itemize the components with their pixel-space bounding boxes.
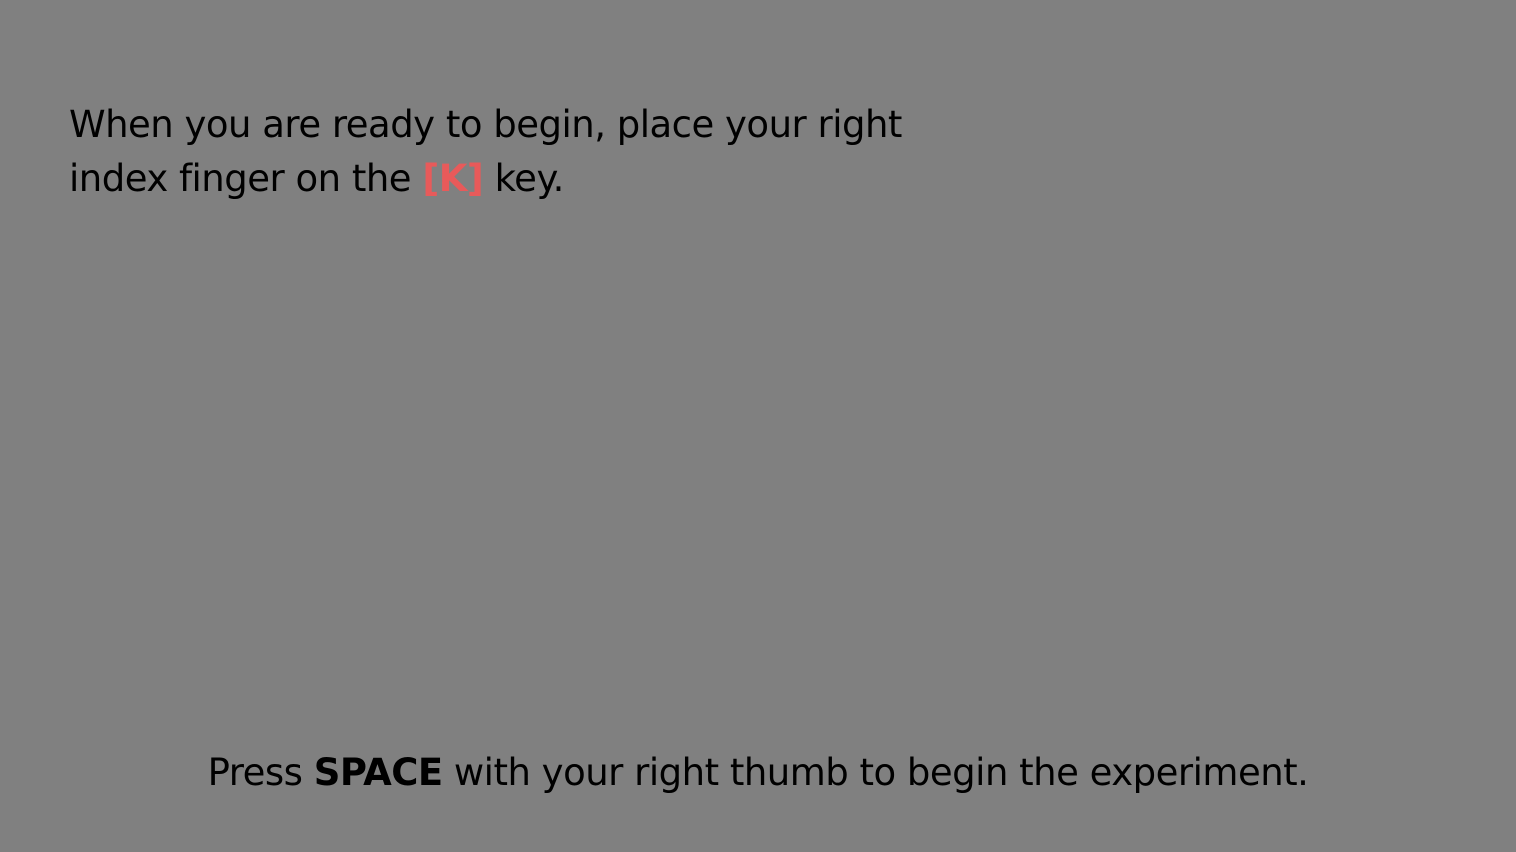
prompt-end: with your right thumb to begin the exper…	[442, 751, 1309, 794]
instruction-line-2-start: index finger on the	[69, 157, 423, 200]
space-key-label: SPACE	[313, 751, 443, 794]
start-prompt: Press SPACE with your right thumb to beg…	[0, 746, 1516, 800]
k-key-label: [K]	[422, 157, 484, 200]
experiment-screen: When you are ready to begin, place your …	[0, 0, 1516, 852]
prompt-start: Press	[207, 751, 314, 794]
instruction-text: When you are ready to begin, place your …	[69, 98, 949, 206]
instruction-line-2-end: key.	[483, 157, 565, 200]
instruction-line-1: When you are ready to begin, place your …	[69, 103, 902, 146]
